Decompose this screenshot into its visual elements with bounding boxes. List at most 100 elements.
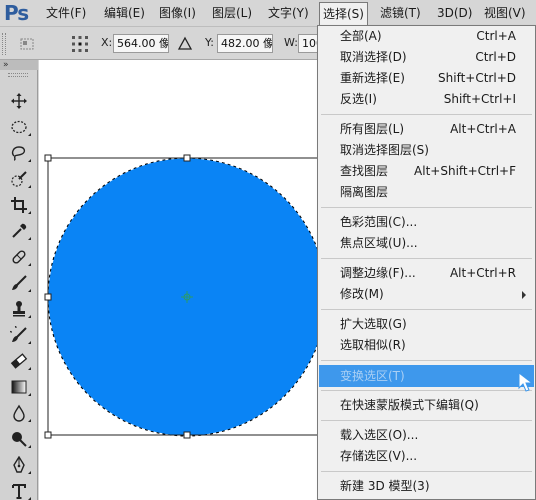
- pen-tool-icon[interactable]: [6, 454, 32, 476]
- menubar: Ps 文件(F) 编辑(E) 图像(I) 图层(L) 文字(Y) 选择(S) 滤…: [0, 0, 536, 26]
- menu-item-deselect-layers[interactable]: 取消选择图层(S): [319, 140, 534, 161]
- menu-item-shortcut: Alt+Shift+Ctrl+F: [414, 164, 516, 178]
- menu-item-new-3d-extrusion[interactable]: 新建 3D 模型(3): [319, 476, 534, 497]
- menu-item-deselect[interactable]: 取消选择(D) Ctrl+D: [319, 47, 534, 68]
- transform-reference-icon[interactable]: [18, 34, 38, 54]
- menu-item-shortcut: Ctrl+D: [475, 50, 516, 64]
- menu-item-shortcut: Alt+Ctrl+R: [449, 266, 516, 280]
- menu-item-label: 调整边缘(F)...: [340, 266, 416, 280]
- menu-item-label: 全部(A): [340, 29, 382, 43]
- brush-tool-icon[interactable]: [6, 272, 32, 294]
- menu-item-label: 变换选区(T): [340, 369, 405, 383]
- menu-item-color-range[interactable]: 色彩范围(C)...: [319, 212, 534, 233]
- menu-file[interactable]: 文件(F): [43, 3, 89, 23]
- menu-item-transform-selection[interactable]: 变换选区(T): [319, 365, 534, 387]
- menu-item-label: 选取相似(R): [340, 338, 406, 352]
- menu-filter[interactable]: 滤镜(T): [377, 3, 424, 23]
- menu-separator: [321, 471, 532, 472]
- history-brush-tool-icon[interactable]: [6, 324, 32, 346]
- eraser-tool-icon[interactable]: [6, 350, 32, 372]
- quick-selection-tool-icon[interactable]: [6, 168, 32, 190]
- move-tool-icon[interactable]: [6, 90, 32, 112]
- menu-item-all-layers[interactable]: 所有图层(L) Alt+Ctrl+A: [319, 119, 534, 140]
- eyedropper-tool-icon[interactable]: [6, 220, 32, 242]
- menu-select[interactable]: 选择(S): [319, 2, 368, 26]
- menu-item-label: 所有图层(L): [340, 122, 405, 136]
- tools-panel-collapse[interactable]: »: [0, 60, 38, 70]
- menu-item-shortcut: Shift+Ctrl+D: [438, 71, 516, 85]
- mouse-cursor-icon: [518, 372, 534, 392]
- menu-item-load-selection[interactable]: 载入选区(O)...: [319, 425, 534, 446]
- menu-item-label: 存储选区(V)...: [340, 449, 418, 463]
- document-canvas[interactable]: [39, 60, 319, 500]
- menu-item-shortcut: Alt+Ctrl+A: [450, 122, 516, 136]
- menu-item-refine-edge[interactable]: 调整边缘(F)... Alt+Ctrl+R: [319, 263, 534, 284]
- gradient-tool-icon[interactable]: [6, 376, 32, 398]
- canvas-artwork: [44, 154, 319, 439]
- menu-item-similar[interactable]: 选取相似(R): [319, 335, 534, 356]
- menu-separator: [321, 258, 532, 259]
- menu-item-label: 查找图层: [340, 164, 389, 178]
- menu-item-label: 隔离图层: [340, 185, 389, 199]
- transform-handle-bottom-center: [183, 431, 191, 439]
- menu-item-quick-mask[interactable]: 在快速蒙版模式下编辑(Q): [319, 395, 534, 416]
- menu-separator: [321, 360, 532, 361]
- menu-item-label: 取消选择图层(S): [340, 143, 429, 157]
- x-input[interactable]: 564.00 像素: [113, 34, 169, 53]
- transform-handle-top-center: [183, 154, 191, 162]
- tools-panel-grip[interactable]: [8, 73, 28, 77]
- menu-item-grow[interactable]: 扩大选取(G): [319, 314, 534, 335]
- menu-image[interactable]: 图像(I): [156, 3, 199, 23]
- crop-tool-icon[interactable]: [6, 194, 32, 216]
- menu-item-label: 色彩范围(C)...: [340, 215, 418, 229]
- menu-item-focus-area[interactable]: 焦点区域(U)...: [319, 233, 534, 254]
- tools-panel: »: [0, 60, 38, 500]
- menu-item-label: 新建 3D 模型(3): [340, 479, 430, 493]
- options-bar-grip[interactable]: [2, 33, 6, 55]
- menu-separator: [321, 114, 532, 115]
- menu-item-isolate-layers[interactable]: 隔离图层: [319, 182, 534, 203]
- healing-brush-tool-icon[interactable]: [6, 246, 32, 268]
- menu-view[interactable]: 视图(V): [481, 3, 529, 23]
- select-menu-dropdown: 全部(A) Ctrl+A 取消选择(D) Ctrl+D 重新选择(E) Shift+C…: [317, 25, 536, 500]
- transform-handle-bottom-left: [44, 431, 52, 439]
- menu-item-shortcut: Shift+Ctrl+I: [443, 92, 516, 106]
- transform-handle-middle-left: [44, 293, 52, 301]
- triangle-delta-icon[interactable]: [175, 34, 195, 54]
- menu-type[interactable]: 文字(Y): [265, 3, 312, 23]
- elliptical-marquee-tool-icon[interactable]: [6, 116, 32, 138]
- lasso-tool-icon[interactable]: [6, 142, 32, 164]
- menu-item-label: 扩大选取(G): [340, 317, 407, 331]
- w-label: W:: [284, 36, 298, 49]
- menu-item-reselect[interactable]: 重新选择(E) Shift+Ctrl+D: [319, 68, 534, 89]
- y-input[interactable]: 482.00 像素: [217, 34, 273, 53]
- menu-item-modify[interactable]: 修改(M): [319, 284, 534, 305]
- clone-stamp-tool-icon[interactable]: [6, 298, 32, 320]
- menu-separator: [321, 309, 532, 310]
- menu-item-label: 取消选择(D): [340, 50, 407, 64]
- menu-item-inverse[interactable]: 反选(I) Shift+Ctrl+I: [319, 89, 534, 110]
- menu-item-save-selection[interactable]: 存储选区(V)...: [319, 446, 534, 467]
- menu-edit[interactable]: 编辑(E): [101, 3, 148, 23]
- reference-point-grid-icon[interactable]: [70, 34, 90, 54]
- menu-item-label: 反选(I): [340, 92, 377, 106]
- menu-item-label: 在快速蒙版模式下编辑(Q): [340, 398, 479, 412]
- y-label: Y:: [205, 36, 214, 49]
- dodge-tool-icon[interactable]: [6, 428, 32, 450]
- menu-item-label: 焦点区域(U)...: [340, 236, 418, 250]
- menu-separator: [321, 420, 532, 421]
- type-tool-icon[interactable]: [6, 480, 32, 500]
- submenu-arrow-icon: [522, 291, 526, 299]
- menu-item-find-layers[interactable]: 查找图层 Alt+Shift+Ctrl+F: [319, 161, 534, 182]
- menu-item-label: 重新选择(E): [340, 71, 405, 85]
- menu-item-select-all[interactable]: 全部(A) Ctrl+A: [319, 26, 534, 47]
- blur-tool-icon[interactable]: [6, 402, 32, 424]
- menu-separator: [321, 390, 532, 391]
- transform-handle-top-left: [44, 154, 52, 162]
- menu-item-label: 修改(M): [340, 287, 384, 301]
- photoshop-logo: Ps: [4, 1, 29, 25]
- menu-3d[interactable]: 3D(D): [434, 3, 475, 23]
- menu-separator: [321, 207, 532, 208]
- menu-item-shortcut: Ctrl+A: [476, 29, 516, 43]
- menu-layer[interactable]: 图层(L): [209, 3, 255, 23]
